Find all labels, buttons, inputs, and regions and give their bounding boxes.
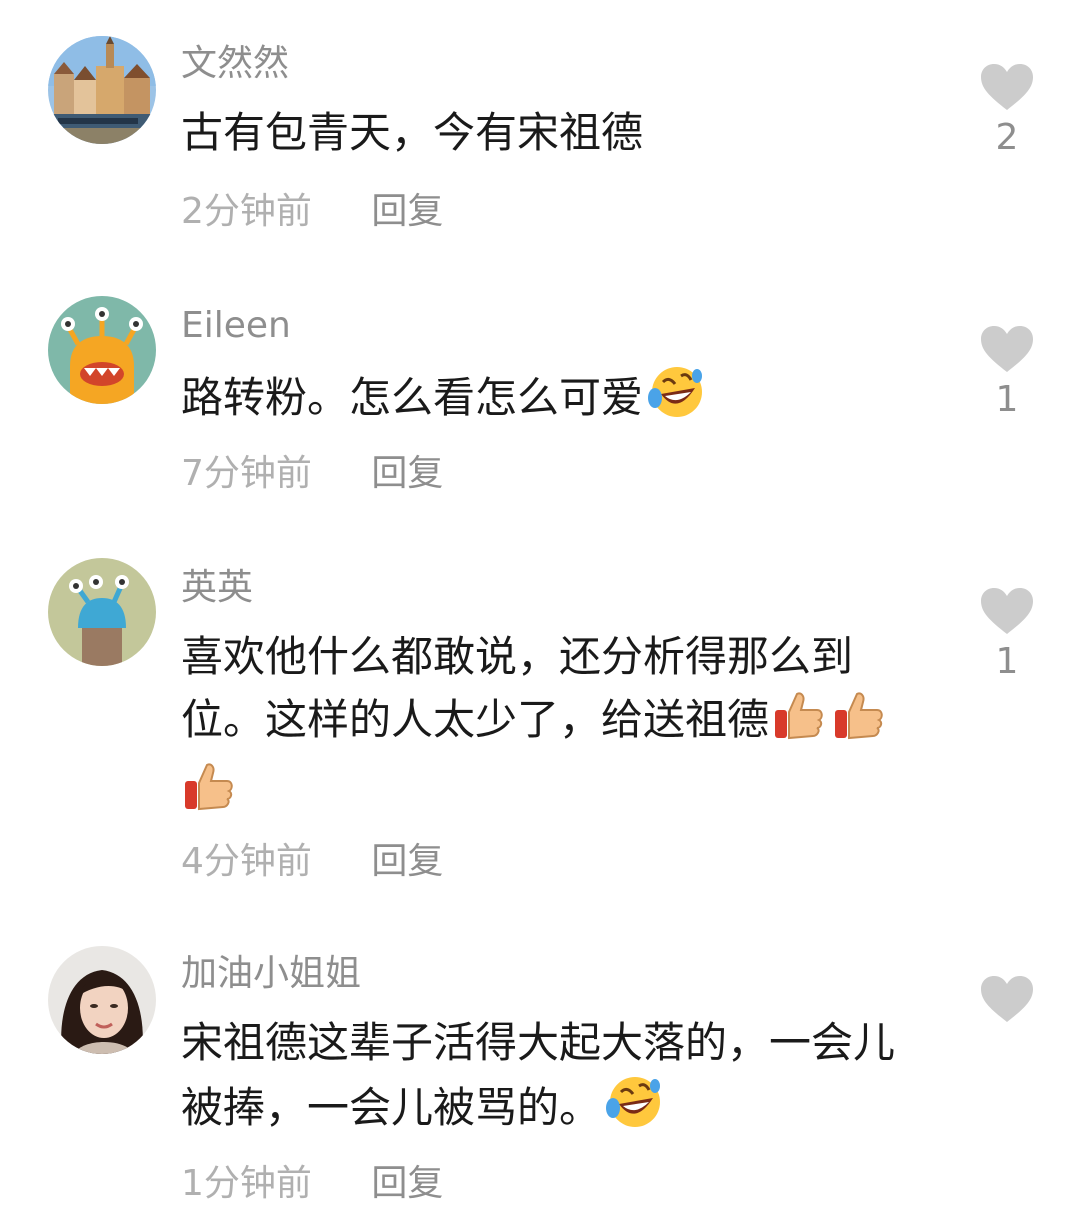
thumbs-up-emoji-icon	[771, 688, 825, 759]
comment-text-content: 古有包青天，今有宋祖德	[181, 108, 644, 157]
comment-item: 文然然 古有包青天，今有宋祖德 2分钟前 回复 2	[0, 0, 1079, 260]
comment-username[interactable]: 加油小姐姐	[181, 952, 361, 996]
comment-item: 加油小姐姐 宋祖德这辈子活得大起大落的，一会儿被捧，一会儿被骂的。 1分钟前 回…	[0, 912, 1079, 1230]
comment-time: 2分钟前	[181, 191, 312, 232]
heart-icon	[972, 974, 1042, 1024]
comment-item: Eileen 路转粉。怎么看怎么可爱 7分钟前 回复 1	[0, 262, 1079, 522]
user-avatar[interactable]	[48, 296, 156, 404]
comment-text: 古有包青天，今有宋祖德	[181, 102, 941, 164]
comment-username[interactable]: Eileen	[181, 304, 291, 348]
thumbs-up-emoji-icon	[831, 688, 885, 759]
like-button[interactable]: 1	[972, 324, 1042, 422]
like-button[interactable]	[972, 974, 1042, 1024]
heart-icon	[972, 62, 1042, 112]
reply-button[interactable]: 回复	[371, 1162, 443, 1206]
rofl-emoji-icon	[645, 364, 705, 437]
comment-time: 4分钟前	[181, 841, 312, 882]
reply-button[interactable]: 回复	[371, 840, 443, 884]
heart-icon	[972, 586, 1042, 636]
comment-username[interactable]: 文然然	[181, 42, 289, 86]
thumbs-up-emoji-icon	[181, 759, 235, 830]
comment-text: 喜欢他什么都敢说，还分析得那么到位。这样的人太少了，给送祖德	[181, 626, 921, 830]
heart-icon	[972, 324, 1042, 374]
reply-button[interactable]: 回复	[371, 190, 443, 234]
like-button[interactable]: 2	[972, 62, 1042, 160]
comment-text: 宋祖德这辈子活得大起大落的，一会儿被捧，一会儿被骂的。	[181, 1012, 921, 1147]
comment-username[interactable]: 英英	[181, 566, 253, 610]
user-avatar[interactable]	[48, 558, 156, 666]
comment-meta: 4分钟前 回复	[181, 840, 443, 884]
comment-text-content: 喜欢他什么都敢说，还分析得那么到位。这样的人太少了，给送祖德	[181, 632, 854, 744]
user-avatar[interactable]	[48, 36, 156, 144]
comment-meta: 2分钟前 回复	[181, 190, 443, 234]
like-count: 2	[995, 117, 1019, 158]
like-count: 1	[995, 641, 1019, 682]
comment-text-content: 宋祖德这辈子活得大起大落的，一会儿被捧，一会儿被骂的。	[181, 1018, 896, 1132]
user-avatar[interactable]	[48, 946, 156, 1054]
rofl-emoji-icon	[603, 1074, 663, 1147]
comment-text: 路转粉。怎么看怎么可爱	[181, 364, 941, 437]
like-button[interactable]: 1	[972, 586, 1042, 684]
like-count: 1	[995, 379, 1019, 420]
comment-meta: 1分钟前 回复	[181, 1162, 443, 1206]
comment-meta: 7分钟前 回复	[181, 452, 443, 496]
comment-item: 英英 喜欢他什么都敢说，还分析得那么到位。这样的人太少了，给送祖德 4分钟前 回…	[0, 524, 1079, 904]
comment-time: 1分钟前	[181, 1163, 312, 1204]
comment-text-content: 路转粉。怎么看怎么可爱	[181, 373, 644, 422]
reply-button[interactable]: 回复	[371, 452, 443, 496]
comment-time: 7分钟前	[181, 453, 312, 494]
